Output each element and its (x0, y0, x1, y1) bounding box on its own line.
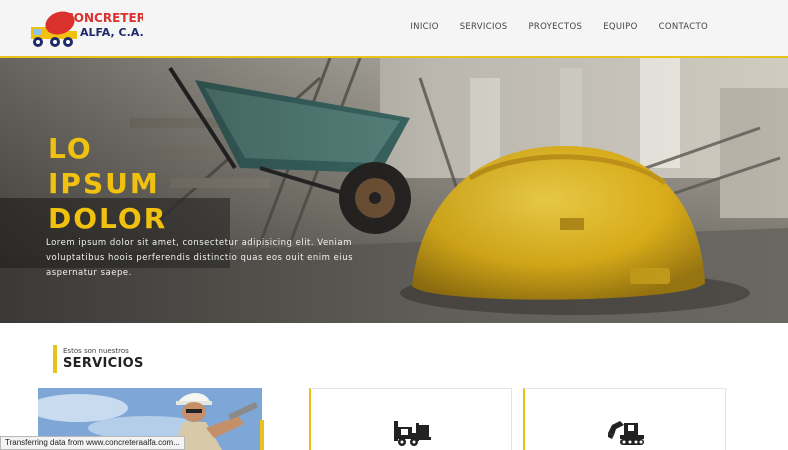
hero-title-line-2: IPSUM (48, 167, 160, 200)
services-subtitle: Estos son nuestros (63, 347, 129, 355)
browser-status-bar: Transferring data from www.concreteraalf… (0, 436, 185, 450)
hero-title: LO IPSUM DOLOR (48, 131, 167, 236)
logo-line2: ALFA, C.A. (80, 26, 143, 39)
services-title: SERVICIOS (63, 356, 144, 371)
forklift-icon (394, 421, 431, 446)
main-nav: INICIO SERVICIOS PROYECTOS EQUIPO CONTAC… (410, 22, 708, 32)
brand-logo[interactable]: CONCRETERA ALFA, C.A. (28, 5, 156, 51)
nav-item-inicio[interactable]: INICIO (410, 22, 438, 32)
hero-banner: LO IPSUM DOLOR Lorem ipsum dolor sit ame… (0, 58, 788, 323)
hero-title-line-1: LO (48, 132, 93, 165)
services-heading: Estos son nuestros SERVICIOS (53, 345, 144, 373)
hero-description: Lorem ipsum dolor sit amet, consectetur … (46, 238, 354, 278)
logo-line1: CONCRETERA (65, 11, 143, 25)
nav-item-contacto[interactable]: CONTACTO (659, 22, 708, 32)
site-header: CONCRETERA ALFA, C.A. INICIO SERVICIOS P… (0, 0, 788, 58)
nav-item-equipo[interactable]: EQUIPO (603, 22, 637, 32)
service-card-1[interactable] (309, 388, 512, 450)
service-card-2[interactable] (523, 388, 726, 450)
photo-accent-bar (260, 420, 264, 450)
excavator-icon (608, 421, 644, 445)
nav-item-servicios[interactable]: SERVICIOS (460, 22, 508, 32)
hero-title-line-3: DOLOR (48, 202, 168, 235)
nav-item-proyectos[interactable]: PROYECTOS (528, 22, 582, 32)
page: CONCRETERA ALFA, C.A. INICIO SERVICIOS P… (0, 0, 788, 450)
